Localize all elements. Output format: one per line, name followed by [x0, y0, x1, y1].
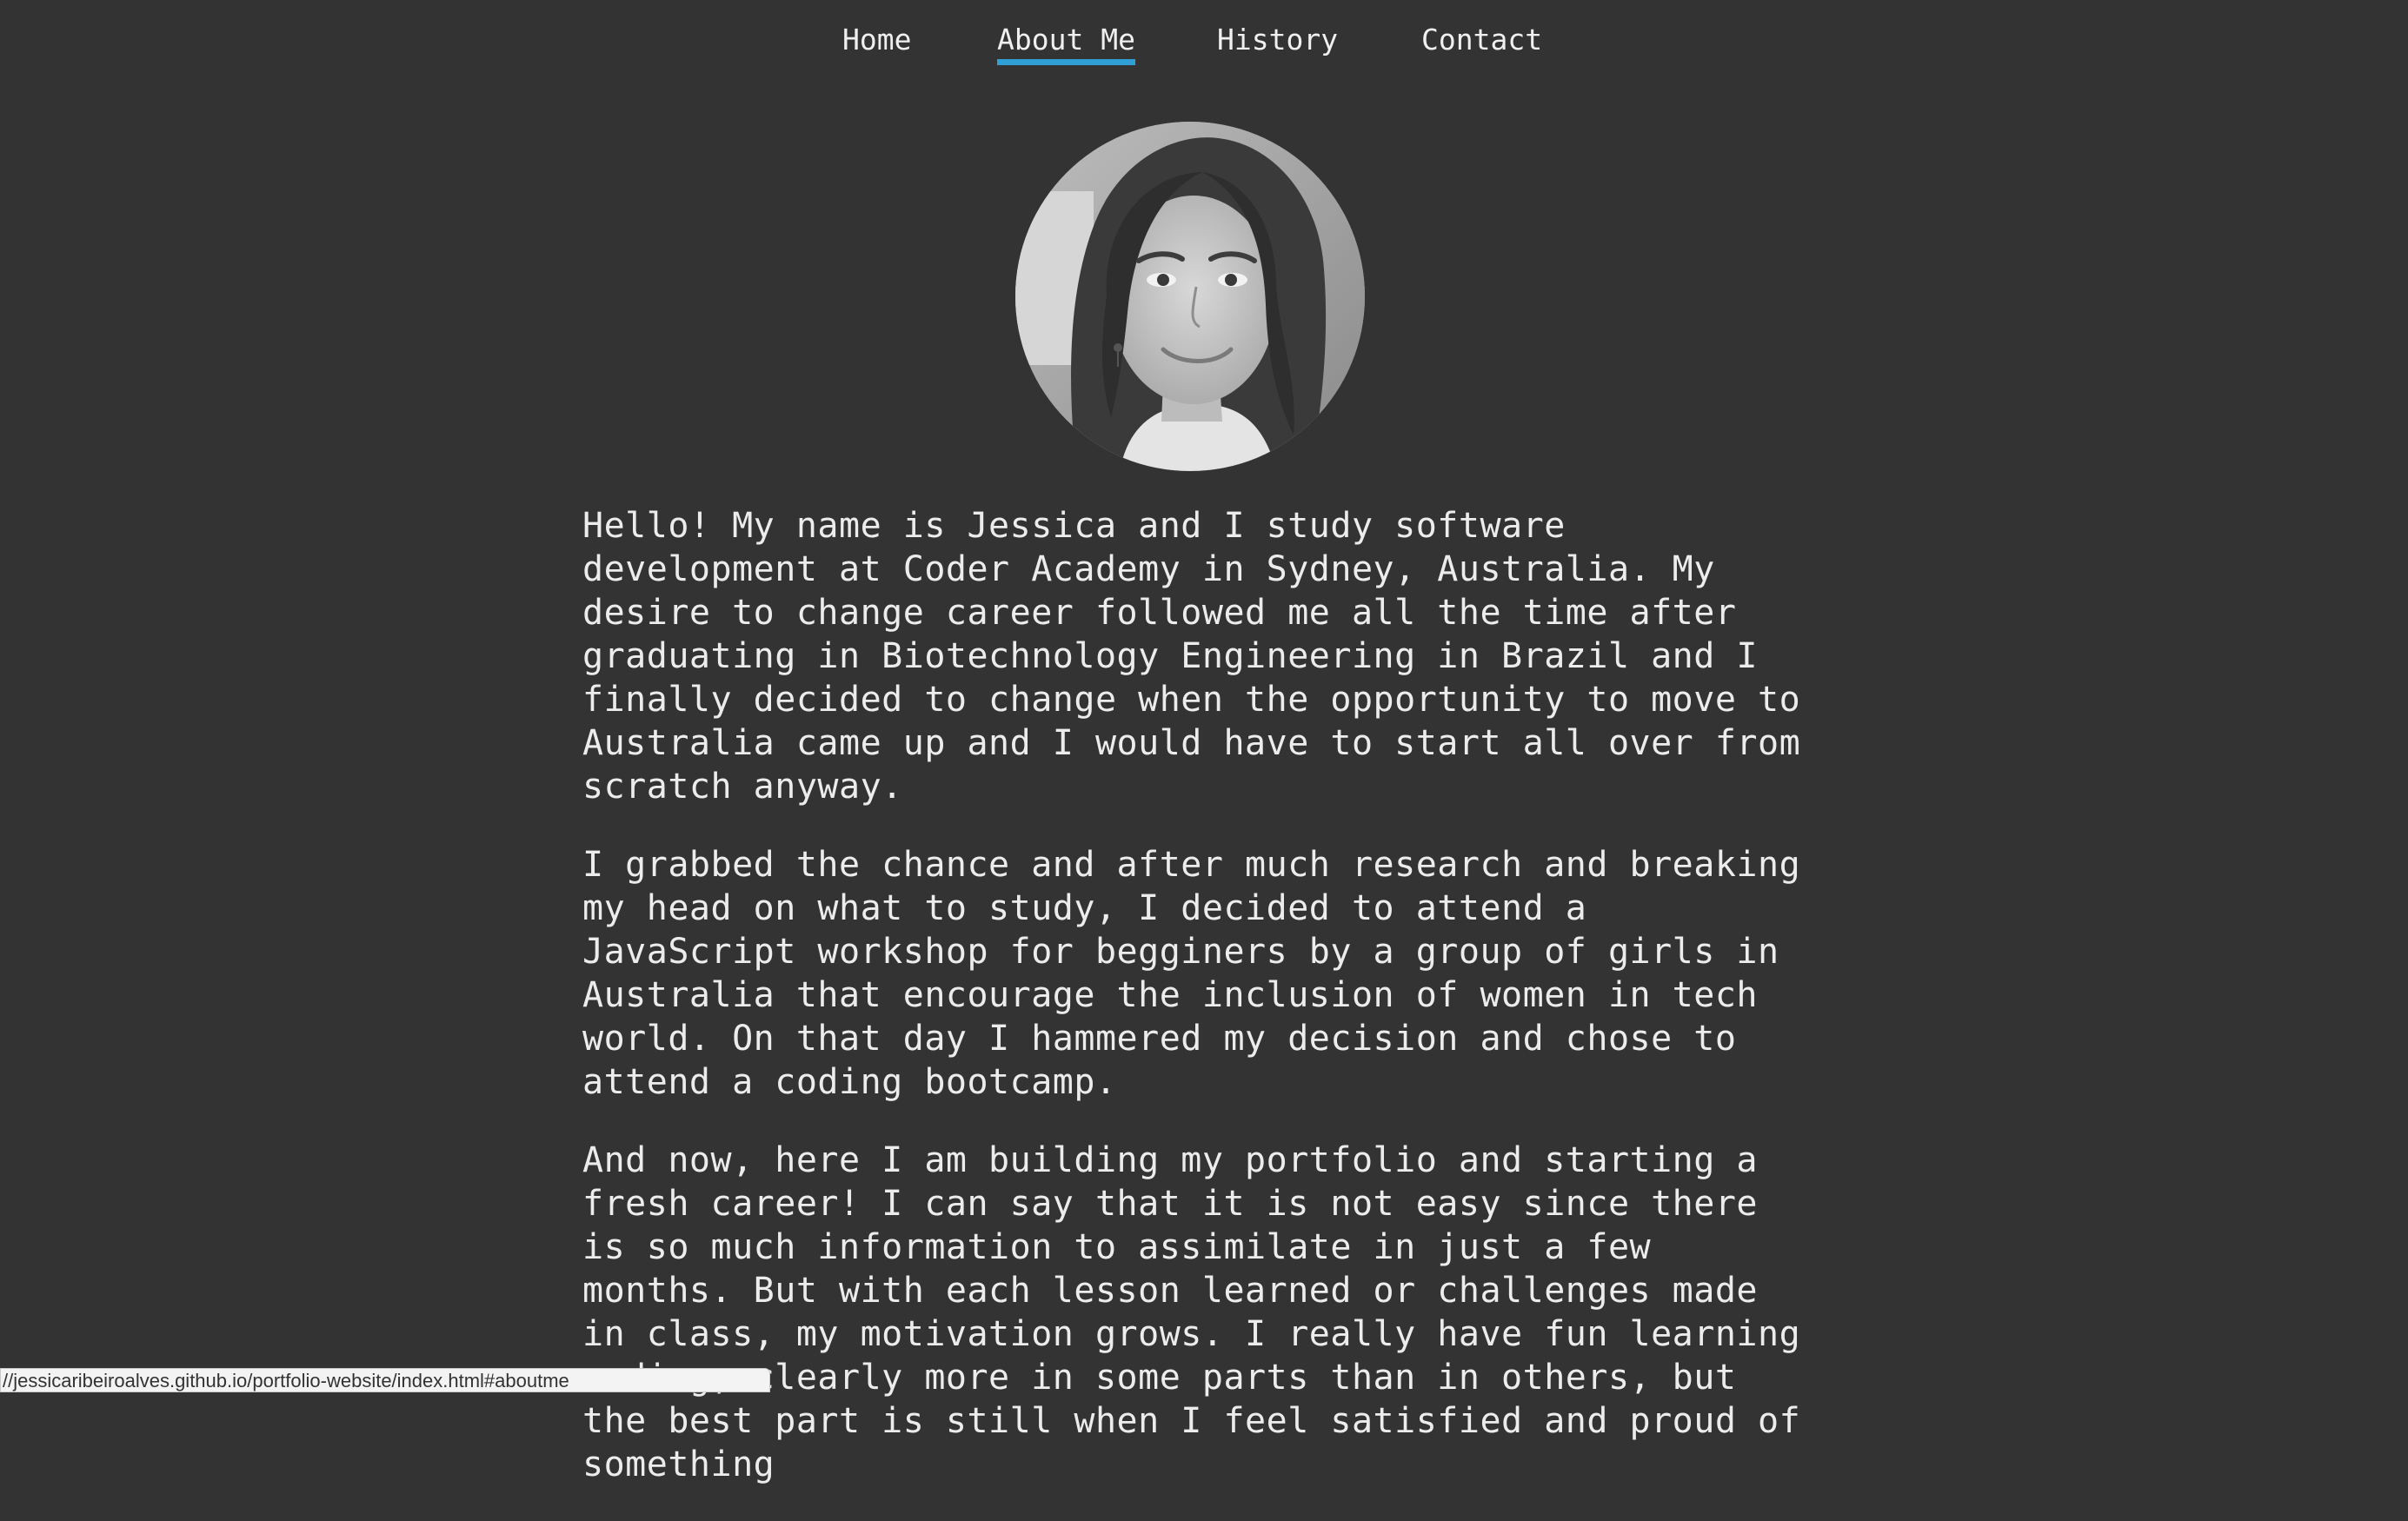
browser-status-bar: //jessicaribeiroalves.github.io/portfoli…	[0, 1368, 770, 1392]
nav-link-home[interactable]: Home	[842, 21, 911, 59]
portrait-illustration	[1015, 122, 1365, 471]
top-navigation: Home About Me History Contact	[0, 0, 2408, 78]
about-paragraph-3: And now, here I am building my portfolio…	[582, 1140, 1801, 1484]
about-paragraph-1: Hello! My name is Jessica and I study so…	[582, 506, 1801, 807]
profile-photo	[1015, 122, 1365, 471]
nav-link-about-me[interactable]: About Me	[997, 21, 1135, 65]
about-paragraph-2: I grabbed the chance and after much rese…	[582, 845, 1801, 1102]
nav-link-contact[interactable]: Contact	[1421, 21, 1542, 59]
nav-link-history[interactable]: History	[1217, 21, 1338, 59]
status-bar-url: //jessicaribeiroalves.github.io/portfoli…	[3, 1370, 569, 1391]
